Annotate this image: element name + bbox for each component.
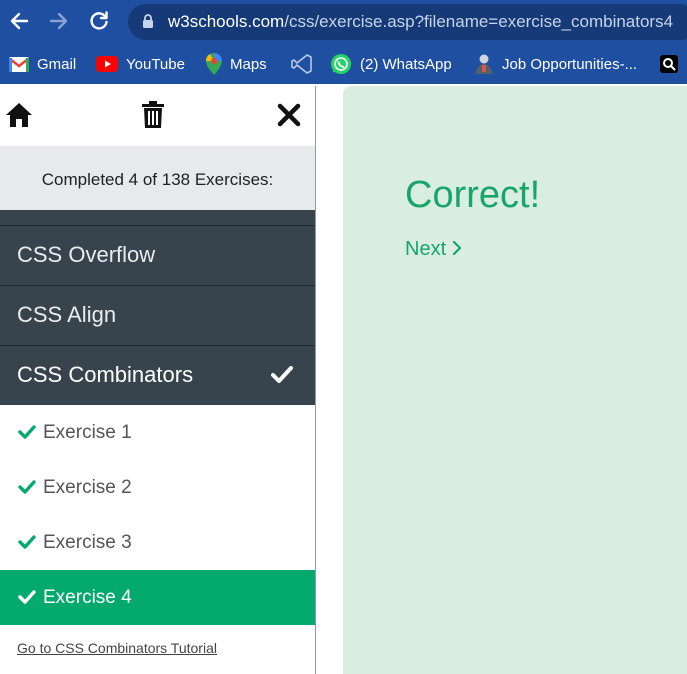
youtube-icon: [96, 56, 118, 72]
progress-summary: Completed 4 of 138 Exercises:: [0, 146, 315, 210]
bookmark-label: Maps: [230, 55, 267, 73]
url-path: /css/exercise.asp?filename=exercise_comb…: [284, 12, 674, 31]
next-link[interactable]: Next: [405, 238, 462, 261]
lock-icon: [143, 14, 153, 28]
bookmark-vscode[interactable]: [291, 44, 321, 84]
check-icon: [18, 480, 36, 494]
bookmark-label: Job Opportunities-...: [502, 55, 638, 73]
close-icon: [277, 103, 301, 127]
progress-text: Completed 4 of 138 Exercises:: [41, 170, 274, 189]
bookmark-whatsapp[interactable]: (2) WhatsApp: [330, 44, 452, 84]
close-button[interactable]: [274, 100, 304, 130]
exercise-item-2[interactable]: Exercise 2: [0, 460, 315, 515]
category-list-top: [0, 210, 315, 225]
result-title: Correct!: [405, 174, 541, 216]
url-text: w3schools.com/css/exercise.asp?filename=…: [168, 12, 673, 32]
forward-arrow-icon: [49, 12, 68, 30]
job-icon: [476, 54, 492, 74]
exercise-label: Exercise 2: [43, 477, 132, 498]
category-css-overflow[interactable]: CSS Overflow: [0, 225, 315, 285]
category-label: CSS Overflow: [17, 242, 156, 267]
check-icon: [18, 590, 36, 604]
bookmark-label: Gmail: [37, 55, 77, 73]
check-icon: [271, 366, 293, 383]
url-host: w3schools.com: [168, 12, 285, 31]
maps-icon: [206, 53, 222, 75]
category-label: CSS Combinators: [17, 362, 194, 387]
bookmark-maps[interactable]: Maps: [206, 44, 267, 84]
address-bar[interactable]: w3schools.com/css/exercise.asp?filename=…: [128, 4, 687, 40]
forward-button[interactable]: [44, 6, 74, 36]
reload-icon: [90, 11, 108, 30]
category-label: CSS Align: [17, 302, 117, 327]
bookmark-job-opportunities[interactable]: Job Opportunities-...: [474, 44, 637, 84]
bookmark-label: (2) WhatsApp: [360, 55, 452, 73]
check-icon: [18, 535, 36, 549]
bookmark-label: YouTube: [126, 55, 185, 73]
home-button[interactable]: [4, 100, 34, 130]
exercise-label: Exercise 3: [43, 532, 132, 553]
next-label: Next: [405, 238, 447, 260]
exercise-item-1[interactable]: Exercise 1: [0, 405, 315, 460]
bookmark-gmail[interactable]: Gmail: [9, 44, 76, 84]
browser-toolbar: w3schools.com/css/exercise.asp?filename=…: [0, 0, 687, 44]
whatsapp-icon: [331, 54, 351, 74]
vscode-icon: [291, 54, 312, 74]
home-icon: [6, 103, 32, 127]
reload-button[interactable]: [84, 6, 114, 36]
chevron-right-icon: [453, 241, 462, 255]
back-arrow-icon: [10, 12, 29, 30]
exercise-item-3[interactable]: Exercise 3: [0, 515, 315, 570]
sidebar-toolbar: [0, 86, 315, 146]
exercise-label: Exercise 4: [43, 587, 132, 608]
exercise-item-4[interactable]: Exercise 4: [0, 570, 315, 625]
trash-icon: [142, 101, 164, 128]
bookmark-youtube[interactable]: YouTube: [96, 44, 185, 84]
reset-button[interactable]: [138, 100, 168, 130]
tutorial-link[interactable]: Go to CSS Combinators Tutorial: [17, 640, 217, 656]
exercise-label: Exercise 1: [43, 422, 132, 443]
app-icon: [660, 55, 678, 73]
bookmarks-bar: Gmail YouTube Maps (2) WhatsApp Job Oppo…: [0, 44, 687, 84]
result-panel: Correct! Next: [343, 86, 687, 674]
category-css-combinators[interactable]: CSS Combinators: [0, 345, 315, 405]
category-css-align[interactable]: CSS Align: [0, 285, 315, 345]
gmail-icon: [9, 56, 29, 72]
check-icon: [18, 425, 36, 439]
exercise-sidebar: Completed 4 of 138 Exercises: CSS Overfl…: [0, 86, 316, 674]
bookmark-app[interactable]: [660, 44, 686, 84]
back-button[interactable]: [4, 6, 34, 36]
